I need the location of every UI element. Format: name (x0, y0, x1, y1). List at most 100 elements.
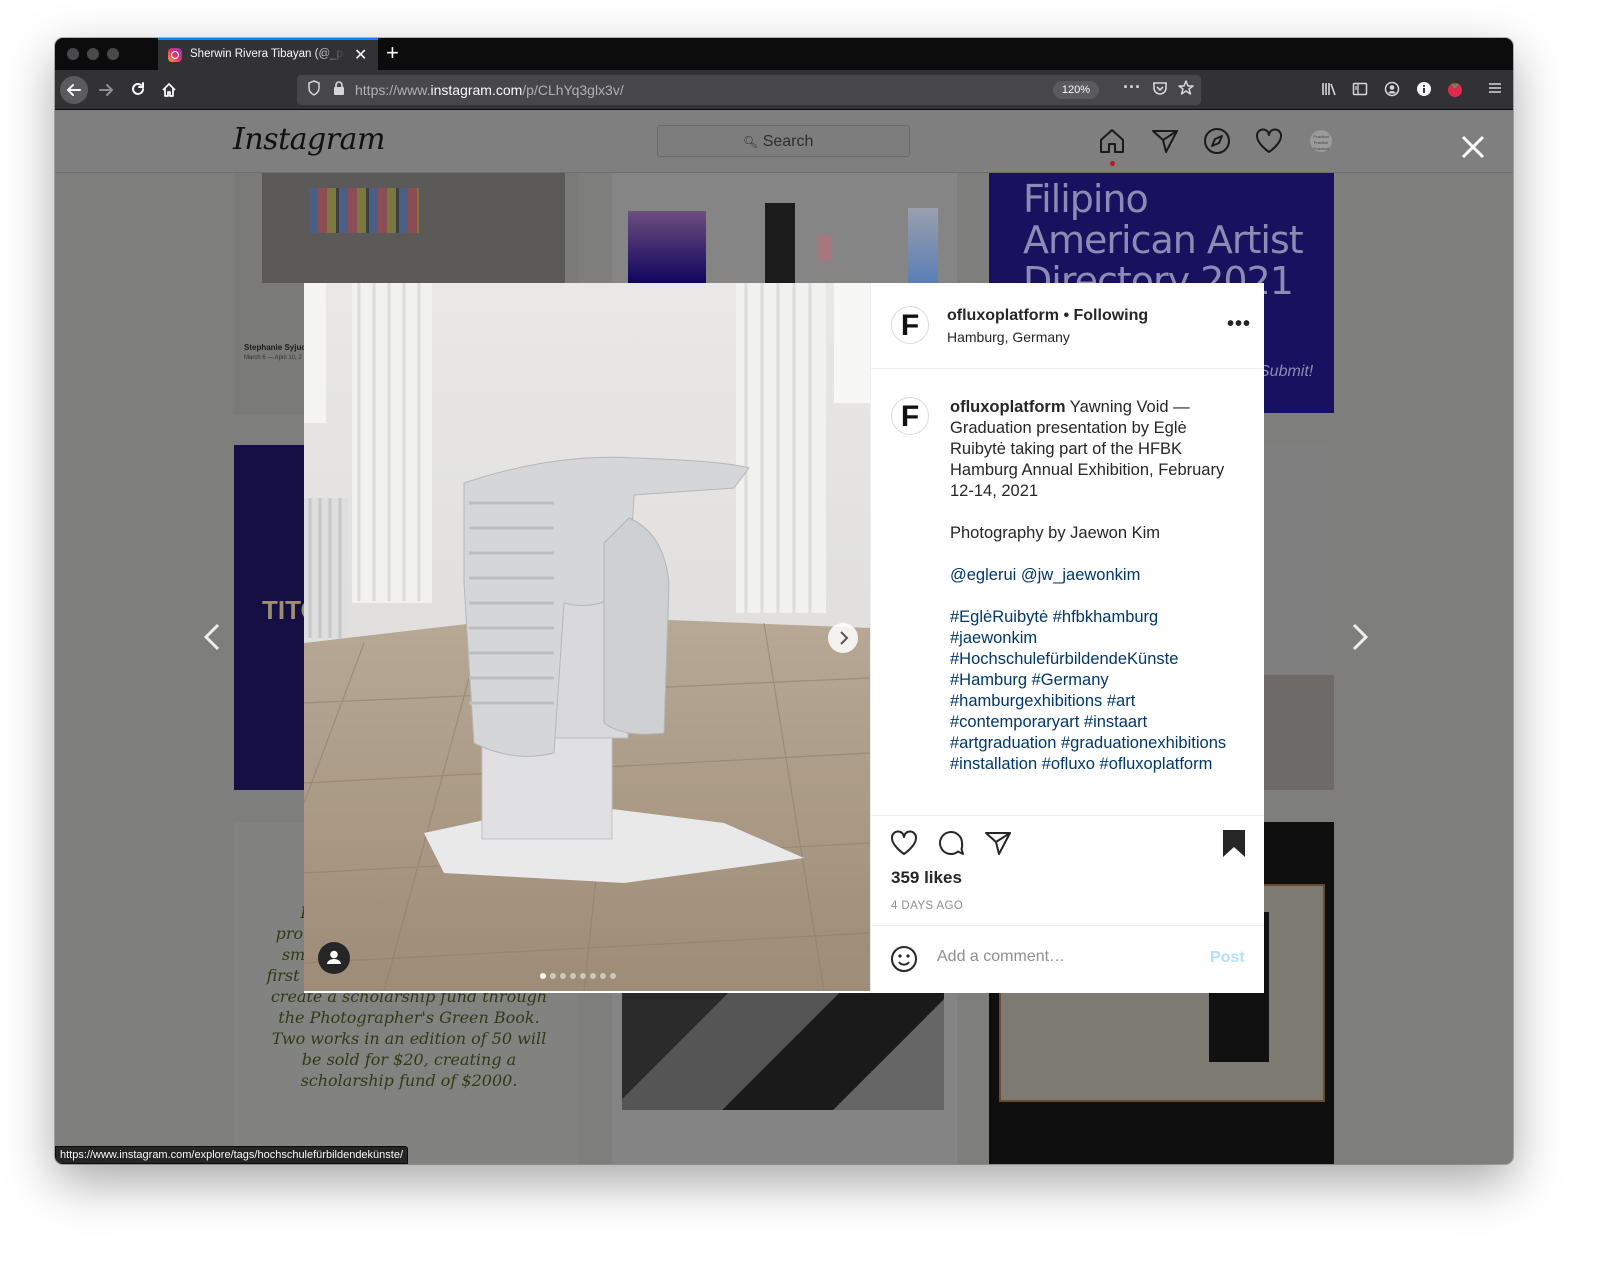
tile-gradient-panel (628, 211, 706, 283)
post-actions: 359 likes 4 DAYS AGO (871, 815, 1264, 925)
location-link[interactable]: Hamburg, Germany (947, 329, 1070, 345)
post-timestamp[interactable]: 4 DAYS AGO (891, 900, 963, 912)
like-heart-icon[interactable] (889, 828, 919, 858)
library-icon[interactable] (1321, 81, 1337, 101)
following-button[interactable]: • Following (1063, 307, 1148, 324)
tab-instagram[interactable]: Sherwin Rivera Tibayan (@_pra… ✕ (158, 38, 378, 70)
avatar[interactable]: F (891, 306, 929, 344)
carousel-indicator (540, 966, 620, 979)
carousel-dot (590, 973, 596, 979)
tile-syjuco-colorchart (309, 188, 419, 233)
carousel-dot (560, 973, 566, 979)
more-icon[interactable]: ··· (1123, 77, 1141, 98)
emoji-icon[interactable] (889, 944, 919, 974)
chevron-left-icon[interactable] (198, 617, 228, 657)
tab-bar: Sherwin Rivera Tibayan (@_pra… ✕ + (55, 38, 1513, 70)
tab-title: Sherwin Rivera Tibayan (@_pra… (190, 48, 345, 60)
caption-paragraph: ofluxoplatform Yawning Void — Graduation… (950, 397, 1246, 502)
zoom-window-button[interactable] (107, 48, 119, 60)
direct-icon[interactable] (1150, 126, 1180, 156)
carousel-dot (540, 973, 546, 979)
account-icon[interactable] (1384, 81, 1400, 101)
comment-input[interactable] (937, 948, 1197, 966)
instagram-header: Instagram 🔍︎ Search Practical Practice Pra… (55, 110, 1513, 173)
close-icon[interactable] (1458, 132, 1488, 162)
photo-credit: Photography by Jaewon Kim (950, 524, 1161, 542)
instagram-logo[interactable]: Instagram (233, 122, 385, 157)
url-domain: instagram.com (430, 82, 523, 98)
close-window-button[interactable] (67, 48, 79, 60)
info-icon[interactable] (1416, 81, 1432, 101)
forward-button[interactable] (92, 76, 120, 104)
post-modal: F ofluxoplatform • Following Hamburg, Ge… (304, 283, 1264, 993)
comment-icon[interactable] (936, 828, 966, 858)
zoom-indicator[interactable]: 120% (1053, 81, 1099, 99)
search-box[interactable]: 🔍︎ Search (657, 125, 910, 157)
back-icon (67, 84, 81, 96)
menu-icon[interactable] (1487, 80, 1503, 100)
minimize-window-button[interactable] (87, 48, 99, 60)
url-prefix: https://www. (355, 82, 431, 98)
search-placeholder-wrap: 🔍︎ Search (743, 133, 813, 151)
caption-avatar[interactable]: F (891, 397, 929, 435)
tile-directory-submit: Submit! (1259, 363, 1314, 380)
home-nav-icon[interactable] (1097, 126, 1127, 156)
tile-blue-panel (908, 208, 938, 283)
post-details-panel: F ofluxoplatform • Following Hamburg, Ge… (870, 283, 1264, 993)
caption-username[interactable]: ofluxoplatform (950, 398, 1066, 416)
more-options-icon[interactable]: ••• (1227, 313, 1251, 336)
search-placeholder: Search (762, 133, 814, 150)
carousel-dot (570, 973, 576, 979)
lock-icon[interactable] (333, 79, 345, 101)
star-icon[interactable] (1177, 79, 1195, 101)
tile-black-panel (765, 203, 795, 283)
status-bar-url: https://www.instagram.com/explore/tags/h… (55, 1146, 409, 1164)
likes-count[interactable]: 359 likes (891, 868, 962, 888)
tab-close-icon[interactable]: ✕ (354, 45, 367, 65)
chevron-right-icon[interactable] (1344, 617, 1374, 657)
search-icon: 🔍︎ (743, 135, 759, 149)
url-path: /p/CLhYq3glx3v/ (522, 82, 624, 98)
username-link[interactable]: ofluxoplatform (947, 307, 1059, 324)
new-tab-button[interactable]: + (386, 40, 399, 66)
user-tag-button[interactable] (318, 942, 350, 974)
home-active-dot (1110, 161, 1115, 166)
instagram-favicon-icon (168, 48, 182, 62)
tile-monochrome-print (622, 988, 944, 1110)
tile-syjuco-title: Stephanie Syjuco: (244, 343, 314, 352)
pocket-icon[interactable] (1152, 79, 1168, 101)
carousel-dot (610, 973, 616, 979)
forward-icon (99, 84, 113, 96)
carousel-next-button[interactable] (828, 623, 858, 653)
shield-icon[interactable] (307, 79, 321, 101)
carousel-dot (580, 973, 586, 979)
share-icon[interactable] (983, 828, 1013, 858)
reload-button[interactable] (124, 76, 152, 104)
post-header: F ofluxoplatform • Following Hamburg, Ge… (871, 283, 1264, 369)
tile-gradient-works[interactable] (612, 173, 957, 283)
url-bar[interactable]: https://www.instagram.com/p/CLhYq3glx3v/… (297, 75, 1201, 105)
comment-form: Post (871, 925, 1264, 993)
mentions[interactable]: @eglerui @jw_jaewonkim (950, 565, 1246, 586)
tile-syjuco-dates: March 6 — April 10, 2 (244, 355, 302, 361)
hashtags[interactable]: #EglėRuibytė #hfbkhamburg #jaewonkim #Ho… (950, 607, 1246, 775)
browser-window: Sherwin Rivera Tibayan (@_pra… ✕ + https… (55, 38, 1513, 1164)
instagram-page: Instagram 🔍︎ Search Practical Practice Pra… (55, 110, 1513, 1164)
carousel-dot (550, 973, 556, 979)
sidebar-icon[interactable] (1352, 81, 1368, 101)
post-comment-button[interactable]: Post (1210, 949, 1245, 967)
user-tag-icon (327, 950, 341, 964)
extension-icon[interactable] (1446, 81, 1464, 101)
bookmark-icon[interactable] (1219, 828, 1249, 858)
profile-avatar[interactable]: Practical Practice Practical (1310, 130, 1332, 152)
back-button[interactable] (60, 76, 88, 104)
heart-icon[interactable] (1254, 126, 1284, 156)
carousel-dot (600, 973, 606, 979)
explore-icon[interactable] (1202, 126, 1232, 156)
tile-small-panel (818, 235, 832, 261)
url-text[interactable]: https://www.instagram.com/p/CLhYq3glx3v/ (355, 82, 624, 98)
chevron-right-icon (840, 631, 849, 645)
post-image[interactable] (304, 283, 870, 991)
home-button[interactable] (155, 76, 183, 104)
home-icon (162, 83, 176, 97)
